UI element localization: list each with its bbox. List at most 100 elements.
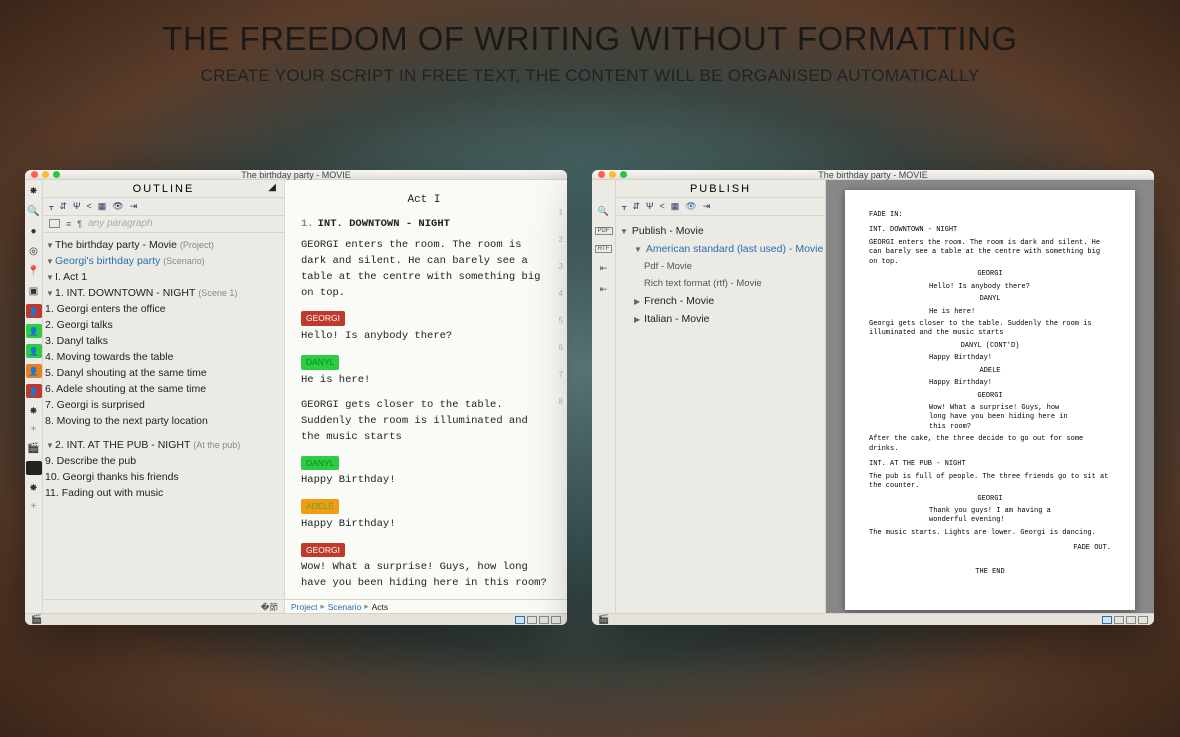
tree-beat[interactable]: 6. Adele shouting at the same time bbox=[45, 381, 280, 397]
filter-input[interactable]: any paragraph bbox=[88, 218, 153, 229]
filter-box-icon[interactable] bbox=[49, 219, 60, 228]
character-tag: ADELE bbox=[301, 499, 339, 514]
dot-icon[interactable]: ● bbox=[27, 224, 41, 238]
clapper-icon[interactable]: 🎬 bbox=[31, 614, 42, 625]
tree-beat[interactable]: 10. Georgi thanks his friends bbox=[45, 469, 280, 485]
character-chip-green[interactable]: 👤 bbox=[26, 324, 42, 338]
publish-panel: PUBLISH ᚁ ⇵ Ψ < ▦ 👁 ⇥ ▼Publish - Movie ▼… bbox=[616, 180, 826, 613]
flow-icon[interactable]: ⇵ bbox=[632, 201, 640, 212]
minimize-icon[interactable] bbox=[42, 171, 49, 178]
character-tag: DANYL bbox=[301, 355, 339, 370]
zoom-icon[interactable] bbox=[620, 171, 627, 178]
view-4[interactable] bbox=[1138, 616, 1148, 624]
search-icon[interactable]: 🔍 bbox=[27, 204, 41, 218]
action-text: GEORGI gets closer to the table. Suddenl… bbox=[301, 398, 547, 445]
view-3[interactable] bbox=[1126, 616, 1136, 624]
filter-text-icon[interactable]: ¶ bbox=[77, 219, 82, 229]
view-2[interactable] bbox=[527, 616, 537, 624]
character-chip-red-2[interactable]: 👤 bbox=[26, 384, 42, 398]
grid-icon[interactable]: ▦ bbox=[98, 201, 107, 212]
tree-icon[interactable]: ᚁ bbox=[622, 201, 626, 212]
close-icon[interactable] bbox=[598, 171, 605, 178]
pdf-icon[interactable]: PDF bbox=[595, 227, 613, 235]
flow-icon[interactable]: ⇵ bbox=[59, 201, 67, 212]
tree-beat[interactable]: 1. Georgi enters the office bbox=[45, 301, 280, 317]
sliders-icon[interactable]: �節 bbox=[261, 601, 278, 613]
bookmark-icon[interactable]: ◢ bbox=[268, 182, 278, 193]
share-icon[interactable]: < bbox=[660, 201, 665, 212]
share-icon[interactable]: < bbox=[87, 201, 92, 212]
zoom-icon[interactable] bbox=[53, 171, 60, 178]
branch-icon[interactable]: Ψ bbox=[73, 201, 81, 212]
add2-icon[interactable]: + bbox=[31, 501, 37, 512]
tree-beat[interactable]: 3. Danyl talks bbox=[45, 333, 280, 349]
run-icon[interactable]: ✸ bbox=[27, 184, 41, 198]
export-icon[interactable]: ⇥ bbox=[703, 201, 711, 212]
export-icon[interactable]: ⇥ bbox=[130, 201, 138, 212]
publish-pdf[interactable]: Pdf - Movie bbox=[620, 258, 821, 275]
publish-standard[interactable]: ▼American standard (last used) - Movie bbox=[620, 240, 821, 258]
view-1[interactable] bbox=[1102, 616, 1112, 624]
character-chip-green-2[interactable]: 👤 bbox=[26, 344, 42, 358]
tree-icon[interactable]: ᚁ bbox=[49, 201, 53, 212]
titlebar[interactable]: The birthday party - MOVIE bbox=[25, 170, 567, 180]
view-4[interactable] bbox=[551, 616, 561, 624]
breadcrumb: Project▸ Scenario▸ Acts bbox=[285, 599, 567, 613]
eye-icon[interactable]: 👁 bbox=[112, 201, 123, 212]
close-icon[interactable] bbox=[31, 171, 38, 178]
tree-scene-1[interactable]: ▼1. INT. DOWNTOWN - NIGHT (Scene 1) bbox=[45, 285, 280, 301]
hero-title: THE FREEDOM OF WRITING WITHOUT FORMATTIN… bbox=[0, 20, 1180, 58]
character-chip-red[interactable]: 👤 bbox=[26, 304, 42, 318]
page-preview[interactable]: FADE IN: INT. DOWNTOWN - NIGHT GEORGI en… bbox=[826, 180, 1154, 613]
dark-chip[interactable] bbox=[26, 461, 42, 475]
export-icon[interactable]: ⇤ bbox=[600, 263, 608, 274]
view-1[interactable] bbox=[515, 616, 525, 624]
tree-beat[interactable]: 9. Describe the pub bbox=[45, 453, 280, 469]
view-switcher[interactable] bbox=[515, 616, 561, 624]
actor2-icon[interactable]: ✸ bbox=[27, 481, 41, 495]
tree-beat[interactable]: 7. Georgi is surprised bbox=[45, 397, 280, 413]
publish-french[interactable]: ▶French - Movie bbox=[620, 292, 821, 310]
add-icon[interactable]: + bbox=[31, 424, 37, 435]
grid-icon[interactable]: ▦ bbox=[671, 201, 680, 212]
tree-beat[interactable]: 4. Moving towards the table bbox=[45, 349, 280, 365]
tree-scenario[interactable]: ▼Georgi's birthday party (Scenario) bbox=[45, 253, 280, 269]
view-2[interactable] bbox=[1114, 616, 1124, 624]
publish-rtf[interactable]: Rich text format (rtf) - Movie bbox=[620, 275, 821, 292]
crumb[interactable]: Acts bbox=[372, 602, 389, 612]
search-icon[interactable]: 🔍 bbox=[598, 206, 609, 217]
traffic-lights[interactable] bbox=[31, 171, 60, 178]
cube-icon[interactable]: ▣ bbox=[27, 284, 41, 298]
minimize-icon[interactable] bbox=[609, 171, 616, 178]
filter-lines-icon[interactable]: ≡ bbox=[66, 219, 71, 229]
publish-header: PUBLISH bbox=[616, 180, 825, 198]
script-editor[interactable]: Act I 1.INT. DOWNTOWN - NIGHT GEORGI ent… bbox=[285, 180, 567, 613]
tree-beat[interactable]: 5. Danyl shouting at the same time bbox=[45, 365, 280, 381]
tree-project[interactable]: ▼The birthday party - Movie (Project) bbox=[45, 237, 280, 253]
target-icon[interactable]: ◎ bbox=[27, 244, 41, 258]
tree-act[interactable]: ▼I. Act 1 bbox=[45, 269, 280, 285]
pin-icon[interactable]: 📍 bbox=[27, 264, 41, 278]
rtf-icon[interactable]: RTF bbox=[595, 245, 613, 253]
character-chip-orange[interactable]: 👤 bbox=[26, 364, 42, 378]
view-3[interactable] bbox=[539, 616, 549, 624]
branch-icon[interactable]: Ψ bbox=[646, 201, 654, 212]
crumb[interactable]: Project bbox=[291, 602, 317, 612]
crumb[interactable]: Scenario bbox=[328, 602, 362, 612]
clapper-icon[interactable]: 🎬 bbox=[27, 441, 41, 455]
publish-italian[interactable]: ▶Italian - Movie bbox=[620, 310, 821, 328]
tree-scene-2[interactable]: ▼2. INT. AT THE PUB - NIGHT (At the pub) bbox=[45, 437, 280, 453]
eye-icon[interactable]: 👁 bbox=[685, 201, 696, 212]
titlebar[interactable]: The birthday party - MOVIE bbox=[592, 170, 1154, 180]
publish-tree: ▼Publish - Movie ▼American standard (las… bbox=[616, 216, 825, 613]
tree-beat[interactable]: 2. Georgi talks bbox=[45, 317, 280, 333]
clapper-icon[interactable]: 🎬 bbox=[598, 614, 609, 625]
traffic-lights[interactable] bbox=[598, 171, 627, 178]
actor-icon[interactable]: ✸ bbox=[27, 404, 41, 418]
tree-beat[interactable]: 11. Fading out with music bbox=[45, 485, 280, 501]
window-title: The birthday party - MOVIE bbox=[818, 170, 928, 180]
tree-beat[interactable]: 8. Moving to the next party location bbox=[45, 413, 280, 429]
publish-root[interactable]: ▼Publish - Movie bbox=[620, 222, 821, 240]
export2-icon[interactable]: ⇤ bbox=[600, 284, 608, 295]
view-switcher[interactable] bbox=[1102, 616, 1148, 624]
